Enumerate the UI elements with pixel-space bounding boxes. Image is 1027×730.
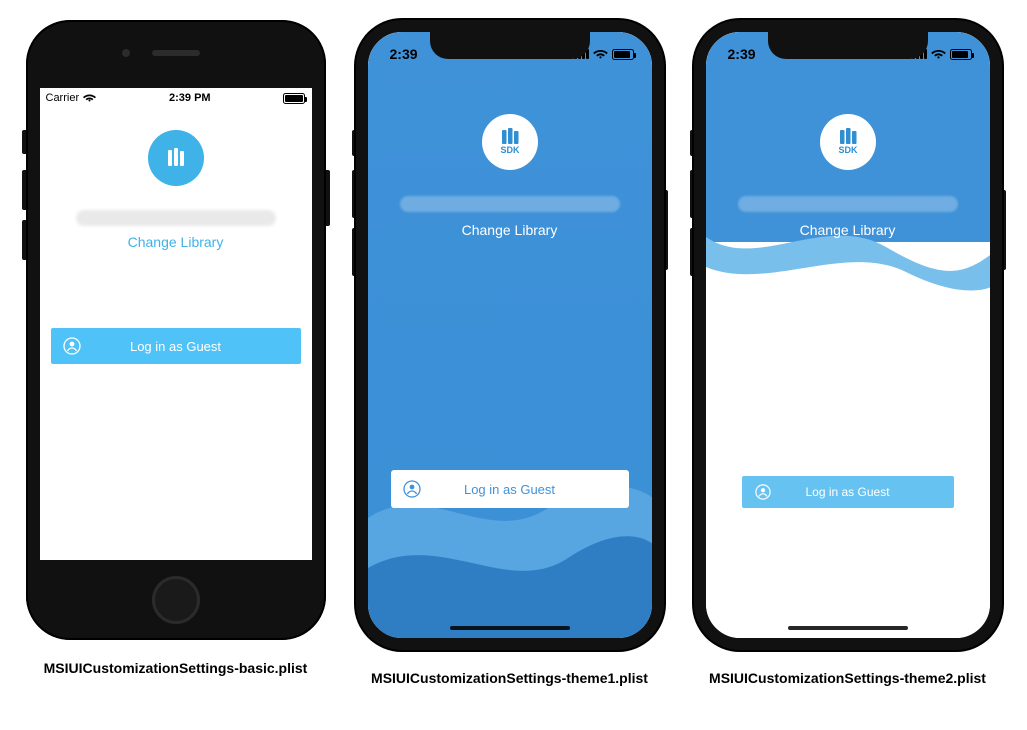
caption-basic: MSIUICustomizationSettings-basic.plist <box>44 660 308 676</box>
status-bar: Carrier 2:39 PM <box>40 88 312 108</box>
phone-basic-frame: Carrier 2:39 PM <box>26 20 326 640</box>
phone-basic-unit: Carrier 2:39 PM <box>26 20 326 676</box>
status-time: 2:39 <box>390 46 418 62</box>
logo-text: SDK <box>838 145 858 155</box>
status-time: 2:39 <box>728 46 756 62</box>
wifi-icon <box>931 46 946 62</box>
phones-row: Carrier 2:39 PM <box>0 0 1027 686</box>
login-guest-label: Log in as Guest <box>805 485 889 499</box>
home-indicator[interactable] <box>450 626 570 630</box>
change-library-link[interactable]: Change Library <box>462 222 558 238</box>
guest-user-icon <box>63 337 81 355</box>
wifi-icon <box>593 46 608 62</box>
phone-theme2-screen: 2:39 <box>706 32 990 638</box>
caption-theme1: MSIUICustomizationSettings-theme1.plist <box>371 670 648 686</box>
wifi-icon <box>83 92 96 105</box>
app-logo <box>148 130 204 186</box>
login-guest-label: Log in as Guest <box>130 339 221 354</box>
battery-icon <box>950 49 972 60</box>
login-guest-button[interactable]: Log in as Guest <box>51 328 301 364</box>
battery-icon <box>283 93 305 104</box>
home-button[interactable] <box>152 576 200 624</box>
phone-theme2-frame: 2:39 <box>694 20 1002 650</box>
library-name-blurred <box>76 210 276 226</box>
login-guest-button[interactable]: Log in as Guest <box>742 476 954 508</box>
phone-theme1-screen: 2:39 <box>368 32 652 638</box>
guest-user-icon <box>754 483 772 501</box>
phone-basic-screen: Carrier 2:39 PM <box>40 88 312 560</box>
battery-icon <box>612 49 634 60</box>
app-logo: SDK <box>820 114 876 170</box>
phone-theme2-unit: 2:39 <box>694 20 1002 686</box>
change-library-link[interactable]: Change Library <box>128 234 224 250</box>
carrier-label: Carrier <box>46 92 80 104</box>
caption-theme2: MSIUICustomizationSettings-theme2.plist <box>709 670 986 686</box>
app-logo: SDK <box>482 114 538 170</box>
guest-user-icon <box>403 480 421 498</box>
login-guest-label: Log in as Guest <box>464 482 555 497</box>
phone-theme1-unit: 2:39 <box>356 20 664 686</box>
home-indicator[interactable] <box>788 626 908 630</box>
library-name-blurred <box>738 196 958 212</box>
library-name-blurred <box>400 196 620 212</box>
status-time: 2:39 PM <box>169 92 211 104</box>
login-guest-button[interactable]: Log in as Guest <box>391 470 629 508</box>
logo-text: SDK <box>500 145 520 155</box>
change-library-link[interactable]: Change Library <box>800 222 896 238</box>
phone-theme1-frame: 2:39 <box>356 20 664 650</box>
